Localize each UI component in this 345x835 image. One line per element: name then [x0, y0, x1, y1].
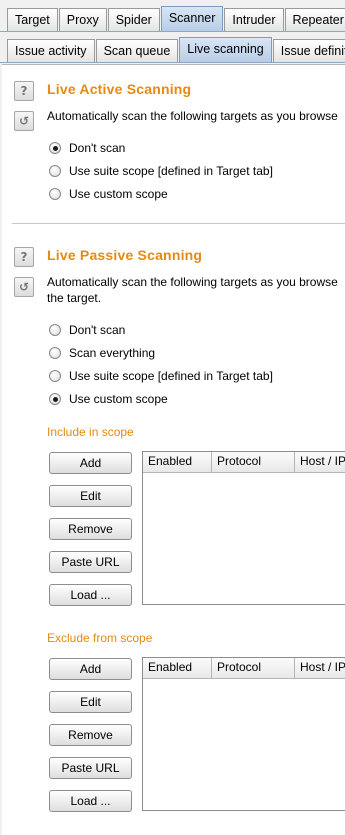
- tab-proxy[interactable]: Proxy: [59, 8, 107, 31]
- tab-scan-queue[interactable]: Scan queue: [96, 39, 179, 62]
- radio-label: Scan everything: [69, 346, 155, 360]
- exclude-remove-button[interactable]: Remove: [49, 724, 132, 746]
- column-enabled[interactable]: Enabled: [143, 452, 212, 472]
- passive-radio-custom-scope[interactable]: Use custom scope: [49, 392, 168, 406]
- tab-live-scanning[interactable]: Live scanning: [179, 37, 271, 62]
- table-header: Enabled Protocol Host / IP: [143, 452, 345, 473]
- table-header: Enabled Protocol Host / IP: [143, 658, 345, 679]
- include-in-scope-title: Include in scope: [47, 425, 134, 439]
- tab-repeater[interactable]: Repeater: [285, 8, 345, 31]
- radio-label: Don't scan: [69, 323, 125, 337]
- radio-button[interactable]: [49, 324, 61, 336]
- tab-target[interactable]: Target: [7, 8, 58, 31]
- live-scanning-panel: ? ↺ Live Active Scanning Automatically s…: [2, 64, 345, 835]
- column-host-ip[interactable]: Host / IP: [295, 452, 345, 472]
- help-icon[interactable]: ?: [14, 81, 34, 101]
- restore-defaults-icon[interactable]: ↺: [14, 111, 34, 131]
- active-radio-custom-scope[interactable]: Use custom scope: [49, 187, 168, 201]
- radio-label: Use suite scope [defined in Target tab]: [69, 164, 273, 178]
- tab-scanner[interactable]: Scanner: [161, 6, 224, 31]
- radio-button[interactable]: [49, 347, 61, 359]
- column-host-ip[interactable]: Host / IP: [295, 658, 345, 678]
- include-paste-url-button[interactable]: Paste URL: [49, 551, 132, 573]
- live-active-description: Automatically scan the following targets…: [47, 108, 345, 124]
- exclude-paste-url-button[interactable]: Paste URL: [49, 757, 132, 779]
- active-radio-suite-scope[interactable]: Use suite scope [defined in Target tab]: [49, 164, 273, 178]
- help-icon[interactable]: ?: [14, 247, 34, 267]
- radio-button[interactable]: [49, 370, 61, 382]
- column-protocol[interactable]: Protocol: [212, 452, 295, 472]
- column-protocol[interactable]: Protocol: [212, 658, 295, 678]
- tab-spider[interactable]: Spider: [108, 8, 160, 31]
- include-load-button[interactable]: Load ...: [49, 584, 132, 606]
- passive-radio-dont-scan[interactable]: Don't scan: [49, 323, 125, 337]
- scanner-tab-bar: Issue activity Scan queue Live scanning …: [0, 37, 345, 63]
- include-scope-table[interactable]: Enabled Protocol Host / IP: [142, 451, 345, 605]
- tab-issue-definitions[interactable]: Issue definit: [273, 39, 345, 62]
- radio-label: Use custom scope: [69, 187, 168, 201]
- section-divider: [12, 223, 345, 224]
- active-radio-dont-scan[interactable]: Don't scan: [49, 141, 125, 155]
- include-remove-button[interactable]: Remove: [49, 518, 132, 540]
- radio-button[interactable]: [49, 142, 61, 154]
- live-passive-scanning-title: Live Passive Scanning: [47, 247, 202, 263]
- radio-button[interactable]: [49, 393, 61, 405]
- exclude-load-button[interactable]: Load ...: [49, 790, 132, 812]
- live-active-scanning-title: Live Active Scanning: [47, 81, 191, 97]
- radio-button[interactable]: [49, 165, 61, 177]
- tab-intruder[interactable]: Intruder: [224, 8, 283, 31]
- exclude-scope-table[interactable]: Enabled Protocol Host / IP: [142, 657, 345, 811]
- passive-radio-scan-everything[interactable]: Scan everything: [49, 346, 155, 360]
- column-enabled[interactable]: Enabled: [143, 658, 212, 678]
- radio-button[interactable]: [49, 188, 61, 200]
- live-passive-description: Automatically scan the following targets…: [47, 274, 345, 306]
- include-edit-button[interactable]: Edit: [49, 485, 132, 507]
- include-add-button[interactable]: Add: [49, 452, 132, 474]
- main-tab-bar: Target Proxy Spider Scanner Intruder Rep…: [0, 6, 345, 32]
- radio-label: Don't scan: [69, 141, 125, 155]
- tab-issue-activity[interactable]: Issue activity: [7, 39, 95, 62]
- restore-defaults-icon[interactable]: ↺: [14, 277, 34, 297]
- exclude-edit-button[interactable]: Edit: [49, 691, 132, 713]
- radio-label: Use custom scope: [69, 392, 168, 406]
- exclude-add-button[interactable]: Add: [49, 658, 132, 680]
- passive-radio-suite-scope[interactable]: Use suite scope [defined in Target tab]: [49, 369, 273, 383]
- exclude-from-scope-title: Exclude from scope: [47, 631, 152, 645]
- radio-label: Use suite scope [defined in Target tab]: [69, 369, 273, 383]
